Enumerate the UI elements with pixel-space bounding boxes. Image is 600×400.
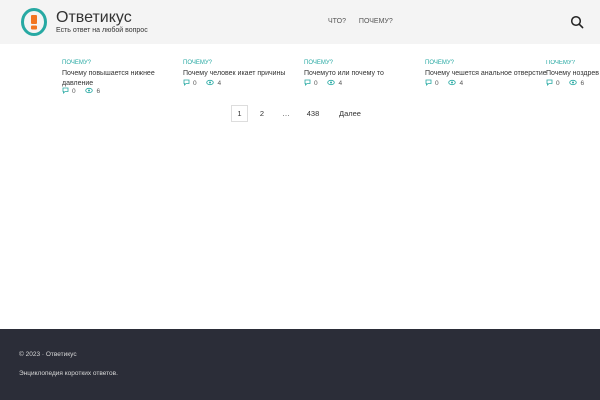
post-title[interactable]: Почему повышается нижнее давление xyxy=(62,69,182,89)
footer-copyright: © 2023 · Ответикус xyxy=(19,351,77,358)
post-title-line[interactable]: Почему чешется анальное отверстие xyxy=(425,69,547,79)
post-meta: 0 4 xyxy=(304,79,350,87)
post-meta: 0 6 xyxy=(546,79,592,87)
footer-text: Энциклопедия коротких ответов. xyxy=(19,370,118,377)
next-page-link[interactable]: Далее xyxy=(337,105,363,122)
post-card[interactable]: ПОЧЕМУ? Почему чешется анальное отверсти… xyxy=(425,60,547,100)
post-meta: 0 4 xyxy=(425,79,471,87)
eye-icon xyxy=(206,79,215,86)
page-current: 1 xyxy=(231,105,248,122)
view-count: 6 xyxy=(580,80,585,87)
nav-item-why[interactable]: ПОЧЕМУ? xyxy=(359,18,393,25)
post-title-line[interactable]: Почемуто или почему то xyxy=(304,69,424,79)
comment-icon xyxy=(304,79,311,86)
view-count: 4 xyxy=(217,80,222,87)
comment-count: 0 xyxy=(556,80,560,87)
eye-icon xyxy=(327,79,336,86)
post-meta: 0 4 xyxy=(183,79,229,87)
post-category[interactable]: ПОЧЕМУ? xyxy=(425,60,545,66)
page-link-2[interactable]: 2 xyxy=(256,105,268,122)
site-header: Ответикус Есть ответ на любой вопрос ЧТО… xyxy=(0,0,600,44)
post-category[interactable]: ПОЧЕМУ? xyxy=(304,60,424,66)
comment-count: 0 xyxy=(314,80,318,87)
comment-icon xyxy=(546,79,553,86)
site-description: Есть ответ на любой вопрос xyxy=(56,27,148,34)
eye-icon xyxy=(448,79,457,86)
post-category[interactable]: ПОЧЕМУ? xyxy=(546,60,600,66)
page-ellipsis: … xyxy=(282,109,290,118)
post-title[interactable]: Почему ноздрев xyxy=(546,69,600,79)
comment-icon xyxy=(425,79,432,86)
post-category[interactable]: ПОЧЕМУ? xyxy=(183,60,303,66)
post-card[interactable]: ПОЧЕМУ? Почему повышается нижнее давлени… xyxy=(62,60,182,100)
view-count: 6 xyxy=(96,88,101,95)
post-card[interactable]: ПОЧЕМУ? Почемуто или почему то 0 4 xyxy=(304,60,424,100)
post-card[interactable]: ПОЧЕМУ? Почему человек икает причины 0 4 xyxy=(183,60,303,100)
site-title[interactable]: Ответикус xyxy=(56,9,132,27)
view-count: 4 xyxy=(459,80,464,87)
comment-count: 0 xyxy=(193,80,197,87)
post-title-line[interactable]: Почему человек икает причины xyxy=(183,69,303,79)
eye-icon xyxy=(569,79,578,86)
post-title[interactable]: Почему человек икает причины xyxy=(183,69,303,79)
post-title-line[interactable]: Почему повышается нижнее xyxy=(62,69,182,79)
post-title[interactable]: Почемуто или почему то xyxy=(304,69,424,79)
page-link-last[interactable]: 438 xyxy=(304,105,322,122)
post-card[interactable]: ПОЧЕМУ? Почему ноздрев 0 6 xyxy=(546,60,600,100)
comment-count: 0 xyxy=(72,88,76,95)
eye-icon xyxy=(85,87,94,94)
search-icon[interactable] xyxy=(570,15,584,29)
comment-count: 0 xyxy=(435,80,439,87)
site-footer: © 2023 · Ответикус Энциклопедия коротких… xyxy=(0,329,600,400)
view-count: 4 xyxy=(338,80,343,87)
post-meta: 0 6 xyxy=(62,87,108,95)
nav-item-what[interactable]: ЧТО? xyxy=(328,18,346,25)
comment-icon xyxy=(62,87,69,94)
site-logo-icon[interactable] xyxy=(20,8,48,36)
post-title-line[interactable]: Почему ноздрев xyxy=(546,69,600,79)
post-category[interactable]: ПОЧЕМУ? xyxy=(62,60,182,66)
post-title[interactable]: Почему чешется анальное отверстие xyxy=(425,69,547,79)
main-nav: ЧТО? ПОЧЕМУ? xyxy=(328,18,404,25)
comment-icon xyxy=(183,79,190,86)
